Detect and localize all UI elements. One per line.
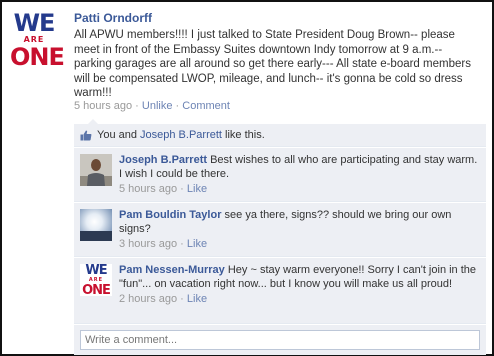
comment-like-link[interactable]: Like	[187, 238, 207, 250]
likes-suffix: like this.	[221, 129, 265, 141]
comment-like-link[interactable]: Like	[187, 293, 207, 305]
write-comment-input[interactable]: Write a comment...	[80, 330, 480, 350]
post-text: All APWU members!!!! I just talked to St…	[74, 29, 471, 99]
post-timestamp[interactable]: 5 hours ago	[74, 100, 132, 112]
comment-author[interactable]: Joseph B.Parrett	[119, 154, 207, 166]
comment-author[interactable]: Pam Bouldin Taylor	[119, 209, 221, 221]
person-photo-avatar[interactable]	[80, 154, 112, 186]
logo-we: WE	[85, 264, 107, 278]
separator: ·	[180, 238, 184, 250]
logo-one: ONE	[10, 43, 65, 71]
thumbs-up-icon	[80, 130, 92, 141]
logo-we: WE	[13, 9, 56, 37]
comment-item: Pam Bouldin Taylor see ya there, signs??…	[74, 203, 486, 257]
likes-row: You and Joseph B.Parrett like this.	[74, 124, 486, 147]
comment-input-area: Write a comment...	[74, 325, 486, 355]
unlike-link[interactable]: Unlike	[142, 100, 173, 112]
separator: ·	[180, 293, 184, 305]
separator: ·	[175, 100, 180, 112]
we-are-one-logo[interactable]: WE ARE ONE	[10, 9, 65, 71]
comment-timestamp[interactable]: 2 hours ago	[119, 293, 177, 305]
facebook-post-frame: WE ARE ONE Patti Orndorff All APWU membe…	[0, 0, 494, 356]
comment-author[interactable]: Pam Nessen-Murray	[119, 264, 225, 276]
comment-link[interactable]: Comment	[182, 100, 230, 112]
comment-like-link[interactable]: Like	[187, 183, 207, 195]
separator: ·	[180, 183, 184, 195]
feedback-pointer	[88, 119, 98, 124]
comment-item: Joseph B.Parrett Best wishes to all who …	[74, 148, 486, 202]
post-meta: 5 hours ago · Unlike · Comment	[74, 100, 230, 112]
logo-one: ONE	[82, 283, 111, 296]
feedback-panel: You and Joseph B.Parrett like this. Jose…	[74, 119, 486, 355]
separator: ·	[135, 100, 139, 112]
likes-prefix: You and	[97, 129, 141, 141]
comment-timestamp[interactable]: 3 hours ago	[119, 238, 177, 250]
we-are-one-avatar[interactable]: WE ARE ONE	[80, 264, 112, 296]
sunset-photo-avatar[interactable]	[80, 209, 112, 241]
liker-link[interactable]: Joseph B.Parrett	[140, 129, 222, 141]
we-are-one-logo: WE ARE ONE	[80, 264, 112, 296]
post-author-name[interactable]: Patti Orndorff	[74, 11, 152, 25]
comment-timestamp[interactable]: 5 hours ago	[119, 183, 177, 195]
comment-item: WE ARE ONE Pam Nessen-Murray Hey ~ stay …	[74, 258, 486, 324]
